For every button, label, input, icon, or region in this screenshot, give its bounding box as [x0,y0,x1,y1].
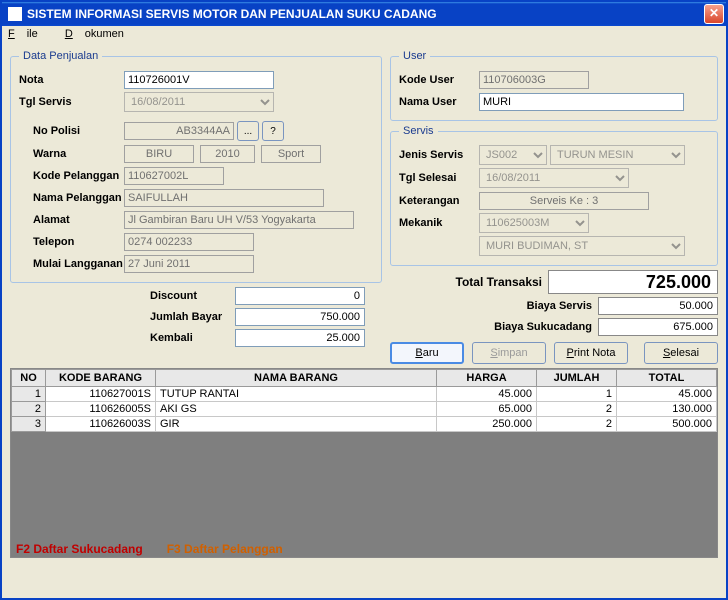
legend-servis: Servis [399,125,438,137]
biaya-servis-value: 50.000 [598,297,718,315]
items-grid[interactable]: NO KODE BARANG NAMA BARANG HARGA JUMLAH … [10,368,718,558]
jenis-servis-name-select[interactable]: TURUN MESIN [550,145,685,165]
selesai-button[interactable]: Selesai [644,342,718,364]
label-kode-user: Kode User [399,74,479,86]
label-mekanik: Mekanik [399,217,479,229]
discount-value[interactable]: 0 [235,287,365,305]
items-table: NO KODE BARANG NAMA BARANG HARGA JUMLAH … [11,369,717,432]
label-nama-user: Nama User [399,96,479,108]
warna-input [124,145,194,163]
label-jumlah-bayar: Jumlah Bayar [150,311,235,323]
table-row[interactable]: 2110626005SAKI GS65.0002130.000 [12,402,717,417]
label-nama-pelanggan: Nama Pelanggan [19,192,124,204]
col-jumlah: JUMLAH [537,370,617,387]
tahun-input [200,145,255,163]
label-no-polisi: No Polisi [19,125,124,137]
biaya-sukucadang-value: 675.000 [598,318,718,336]
nama-user-input[interactable] [479,93,684,111]
footer-hints: F2 Daftar Sukucadang F3 Daftar Pelanggan [16,542,283,556]
label-telepon: Telepon [19,236,124,248]
window-title: SISTEM INFORMASI SERVIS MOTOR DAN PENJUA… [27,7,704,21]
nama-pelanggan-input [124,189,324,207]
label-mulai-langganan: Mulai Langganan [19,258,124,270]
keterangan-input [479,192,649,210]
col-total: TOTAL [617,370,717,387]
menubar: File Dokumen [2,26,726,46]
jenis-servis-code-select[interactable]: JS002 [479,145,547,165]
col-harga: HARGA [437,370,537,387]
label-kembali: Kembali [150,332,235,344]
kode-user-input [479,71,589,89]
table-row[interactable]: 3110626003SGIR250.0002500.000 [12,417,717,432]
simpan-button[interactable]: Simpan [472,342,546,364]
col-kode: KODE BARANG [46,370,156,387]
legend-penjualan: Data Penjualan [19,50,102,62]
app-window: SISTEM INFORMASI SERVIS MOTOR DAN PENJUA… [0,0,728,600]
jumlah-bayar-value[interactable]: 750.000 [235,308,365,326]
window-icon [8,7,22,21]
telepon-input [124,233,254,251]
label-alamat: Alamat [19,214,124,226]
group-user: User Kode User Nama User [390,50,718,121]
label-warna: Warna [19,148,124,160]
tgl-servis-select[interactable]: 16/08/2011 [124,92,274,112]
nota-input[interactable] [124,71,274,89]
table-row[interactable]: 1110627001STUTUP RANTAI45.000145.000 [12,387,717,402]
label-tgl-selesai: Tgl Selesai [399,172,479,184]
mulai-langganan-input [124,255,254,273]
label-discount: Discount [150,290,235,302]
mekanik-code-select[interactable]: 110625003M [479,213,589,233]
no-polisi-input [124,122,234,140]
kode-pelanggan-input [124,167,224,185]
group-penjualan: Data Penjualan Nota Tgl Servis 16/08/201… [10,50,382,283]
label-kode-pelanggan: Kode Pelanggan [19,170,124,182]
nopolisi-help-button[interactable]: ? [262,121,284,141]
col-no: NO [12,370,46,387]
hint-f2: F2 Daftar Sukucadang [16,542,143,556]
hint-f3: F3 Daftar Pelanggan [167,542,283,556]
mekanik-name-select[interactable]: MURI BUDIMAN, ST [479,236,685,256]
alamat-input [124,211,354,229]
print-nota-button[interactable]: Print Nota [554,342,628,364]
menu-file[interactable]: File [8,28,50,40]
nopolisi-lookup-button[interactable]: ... [237,121,259,141]
tgl-selesai-select[interactable]: 16/08/2011 [479,168,629,188]
label-jenis-servis: Jenis Servis [399,149,479,161]
baru-button[interactable]: Baru [390,342,464,364]
total-transaksi-value: 725.000 [548,270,718,294]
titlebar: SISTEM INFORMASI SERVIS MOTOR DAN PENJUA… [2,2,726,26]
col-nama: NAMA BARANG [156,370,437,387]
kembali-value: 25.000 [235,329,365,347]
tipe-input [261,145,321,163]
label-biaya-sukucadang: Biaya Sukucadang [494,321,592,333]
label-nota: Nota [19,74,124,86]
label-biaya-servis: Biaya Servis [527,300,592,312]
close-icon[interactable]: ✕ [704,4,724,24]
label-total-transaksi: Total Transaksi [456,275,542,289]
client-area: Data Penjualan Nota Tgl Servis 16/08/201… [2,46,726,562]
label-tgl-servis: Tgl Servis [19,96,124,108]
label-keterangan: Keterangan [399,195,479,207]
group-servis: Servis Jenis Servis JS002 TURUN MESIN Tg… [390,125,718,266]
legend-user: User [399,50,430,62]
menu-dokumen[interactable]: Dokumen [65,28,136,40]
